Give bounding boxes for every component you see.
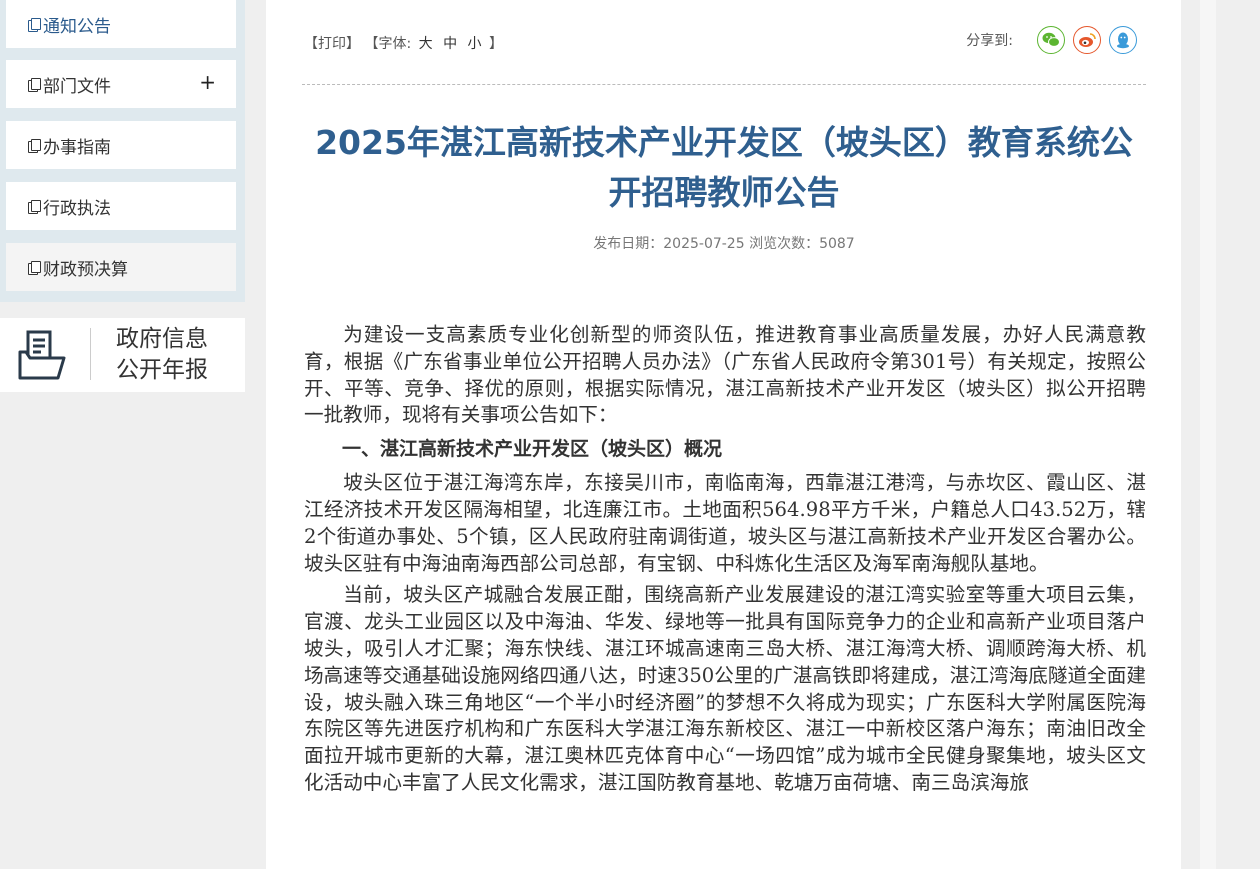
article-paragraph: 坡头区位于湛江海湾东岸，东接吴川市，南临南海，西靠湛江港湾，与赤坎区、霞山区、湛…	[304, 471, 1146, 575]
qq-icon[interactable]	[1109, 26, 1137, 54]
article-meta: 发布日期：2025-07-25 浏览次数：5087	[593, 236, 855, 252]
weibo-icon[interactable]	[1073, 26, 1101, 54]
sidebar-item-department-files[interactable]: 部门文件 +	[6, 60, 236, 108]
sidebar-nav: 通知公告 部门文件 + 办事指南 行政执法 财政预决算	[0, 0, 245, 302]
font-medium-button[interactable]: 中	[443, 36, 457, 52]
article-title: 2025年湛江高新技术产业开发区（坡头区）教育系统公开招聘教师公告	[315, 123, 1133, 212]
article-container: 【打印】 【字体: 大 中 小 】 分享到: 2025年湛江高新技术产业开发区（…	[266, 0, 1181, 869]
sidebar-item-budget[interactable]: 财政预决算	[6, 243, 236, 291]
folder-document-icon	[18, 330, 66, 380]
scroll-gutter	[1200, 0, 1216, 869]
article-body: 为建设一支高素质专业化创新型的师资队伍，推进教育事业高质量发展，办好人民满意教育…	[304, 322, 1146, 802]
sidebar-item-label: 通知公告	[43, 16, 111, 37]
font-size-label: 【字体:	[364, 36, 412, 52]
article-paragraph: 为建设一支高素质专业化创新型的师资队伍，推进教育事业高质量发展，办好人民满意教育…	[304, 323, 1146, 427]
sidebar-item-law-enforcement[interactable]: 行政执法	[6, 182, 236, 230]
sidebar-item-label: 办事指南	[43, 137, 111, 158]
wechat-icon[interactable]	[1037, 26, 1065, 54]
font-large-button[interactable]: 大	[419, 36, 433, 52]
document-icon	[28, 199, 41, 214]
article-section-heading: 一、湛江高新技术产业开发区（坡头区）概况	[342, 438, 723, 461]
sidebar-item-label: 部门文件	[43, 76, 111, 97]
font-size-label-end: 】	[488, 36, 503, 52]
document-icon	[28, 77, 41, 92]
sidebar-item-notices[interactable]: 通知公告	[6, 0, 236, 48]
sidebar-item-service-guide[interactable]: 办事指南	[6, 121, 236, 169]
article-paragraph: 当前，坡头区产城融合发展正酣，围绕高新产业发展建设的湛江湾实验室等重大项目云集，…	[304, 583, 1146, 794]
document-icon	[28, 138, 41, 153]
divider	[90, 328, 91, 380]
share-label: 分享到:	[966, 33, 1013, 49]
sidebar-item-label: 行政执法	[43, 198, 111, 219]
print-button[interactable]: 【打印】	[304, 36, 360, 52]
document-icon	[28, 17, 41, 32]
font-small-button[interactable]: 小	[468, 36, 482, 52]
annual-report-label: 政府信息 公开年报	[116, 326, 208, 383]
sidebar-item-label: 财政预决算	[43, 259, 128, 280]
share-bar: 分享到:	[966, 26, 1137, 54]
separator-line	[302, 84, 1146, 85]
expand-plus-icon[interactable]: +	[199, 72, 216, 92]
article-toolbar: 【打印】 【字体: 大 中 小 】	[304, 33, 503, 53]
document-icon	[28, 260, 41, 275]
annual-report-link[interactable]: 政府信息 公开年报	[0, 318, 245, 392]
sidebar: 通知公告 部门文件 + 办事指南 行政执法 财政预决算 政府信息 公开年报	[0, 0, 245, 869]
